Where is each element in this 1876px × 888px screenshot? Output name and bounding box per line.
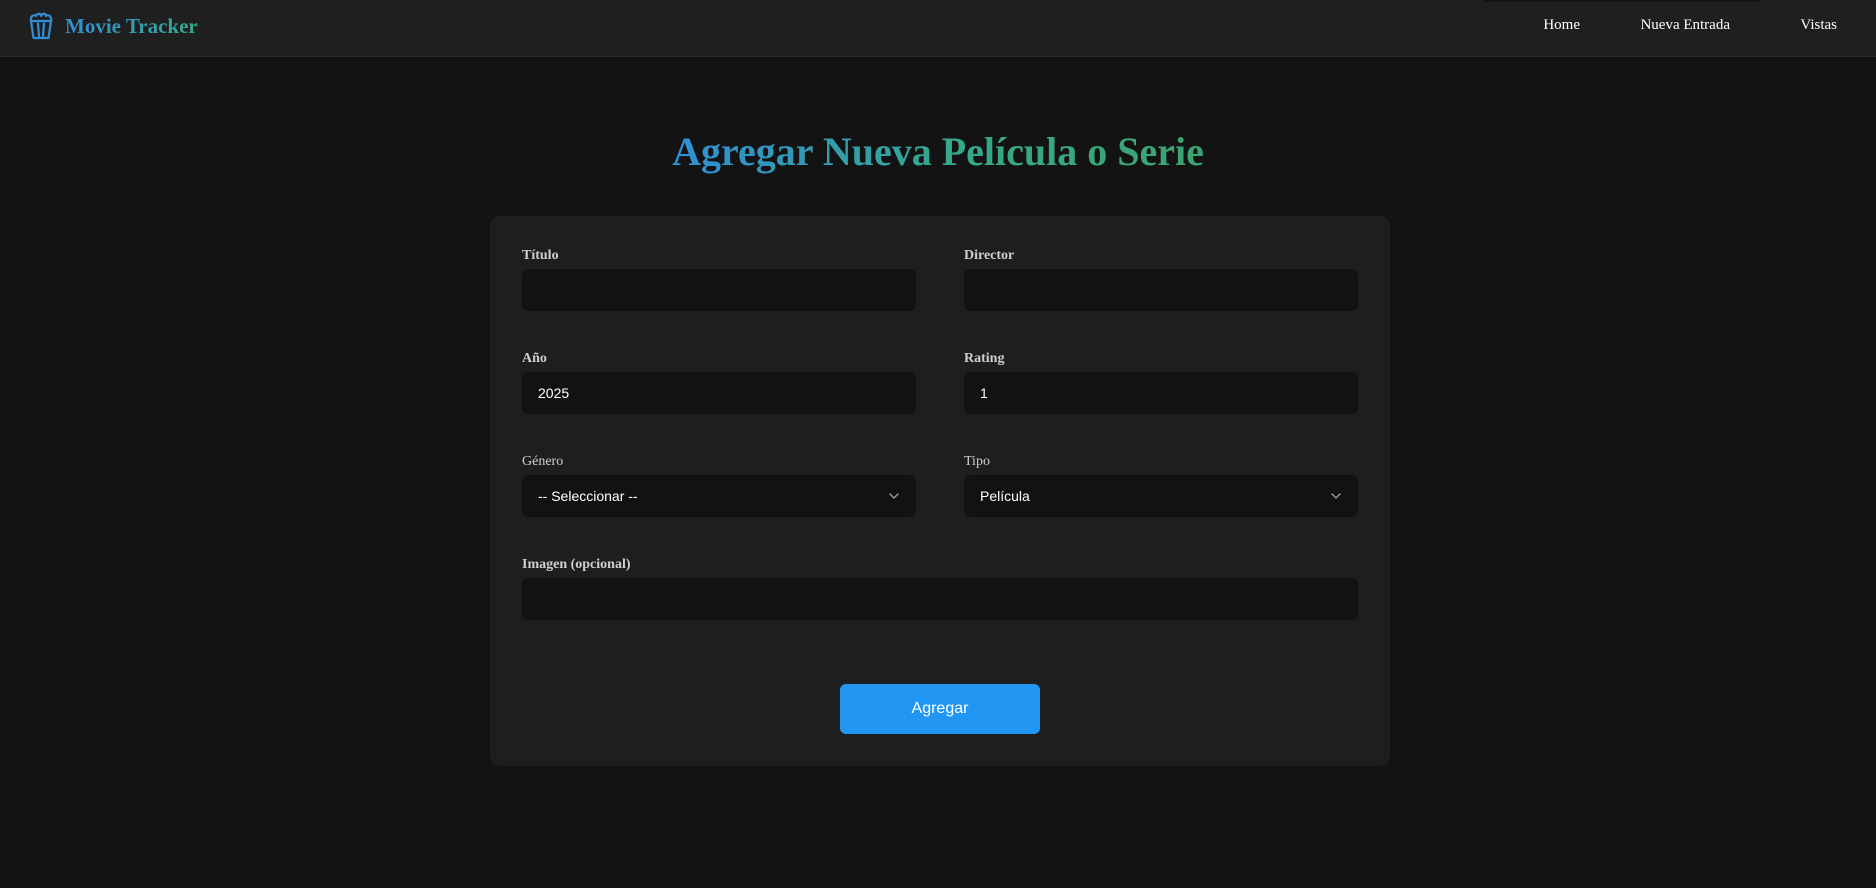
genero-label: Género (522, 454, 564, 469)
add-entry-form: Título Director Año Rating Género -- Sel… (490, 216, 1390, 766)
imagen-input[interactable] (522, 578, 1358, 620)
nav-link-nueva-entrada[interactable]: Nueva Entrada (1640, 17, 1730, 34)
tipo-selected-value: Película (980, 488, 1030, 504)
imagen-label: Imagen (opcional) (522, 557, 631, 572)
genero-select[interactable]: -- Seleccionar -- (522, 475, 916, 517)
anio-label: Año (522, 351, 547, 366)
director-input[interactable] (964, 269, 1358, 311)
agregar-button[interactable]: Agregar (840, 684, 1040, 734)
tipo-select[interactable]: Película (964, 475, 1358, 517)
popcorn-icon (29, 12, 53, 40)
titulo-label: Título (522, 248, 559, 263)
titulo-input[interactable] (522, 269, 916, 311)
tipo-label: Tipo (964, 454, 990, 469)
director-label: Director (964, 248, 1015, 263)
chevron-down-icon (889, 493, 899, 499)
rating-label: Rating (964, 351, 1005, 366)
chevron-down-icon (1331, 493, 1341, 499)
rating-input[interactable] (964, 372, 1358, 414)
nav-link-vistas[interactable]: Vistas (1800, 17, 1837, 34)
page-title-text: Agregar Nueva Película o Serie (672, 129, 1204, 174)
page-title: Agregar Nueva Película o Serie (0, 128, 1876, 176)
brand[interactable]: Movie Tracker (28, 11, 198, 41)
navbar: Movie Tracker Home Nueva Entrada Vistas (0, 0, 1876, 57)
nav-link-home[interactable]: Home (1543, 17, 1580, 34)
brand-name: Movie Tracker (65, 13, 198, 38)
navbar-accent-line (1483, 0, 1760, 2)
anio-input[interactable] (522, 372, 916, 414)
genero-selected-value: -- Seleccionar -- (538, 488, 638, 504)
